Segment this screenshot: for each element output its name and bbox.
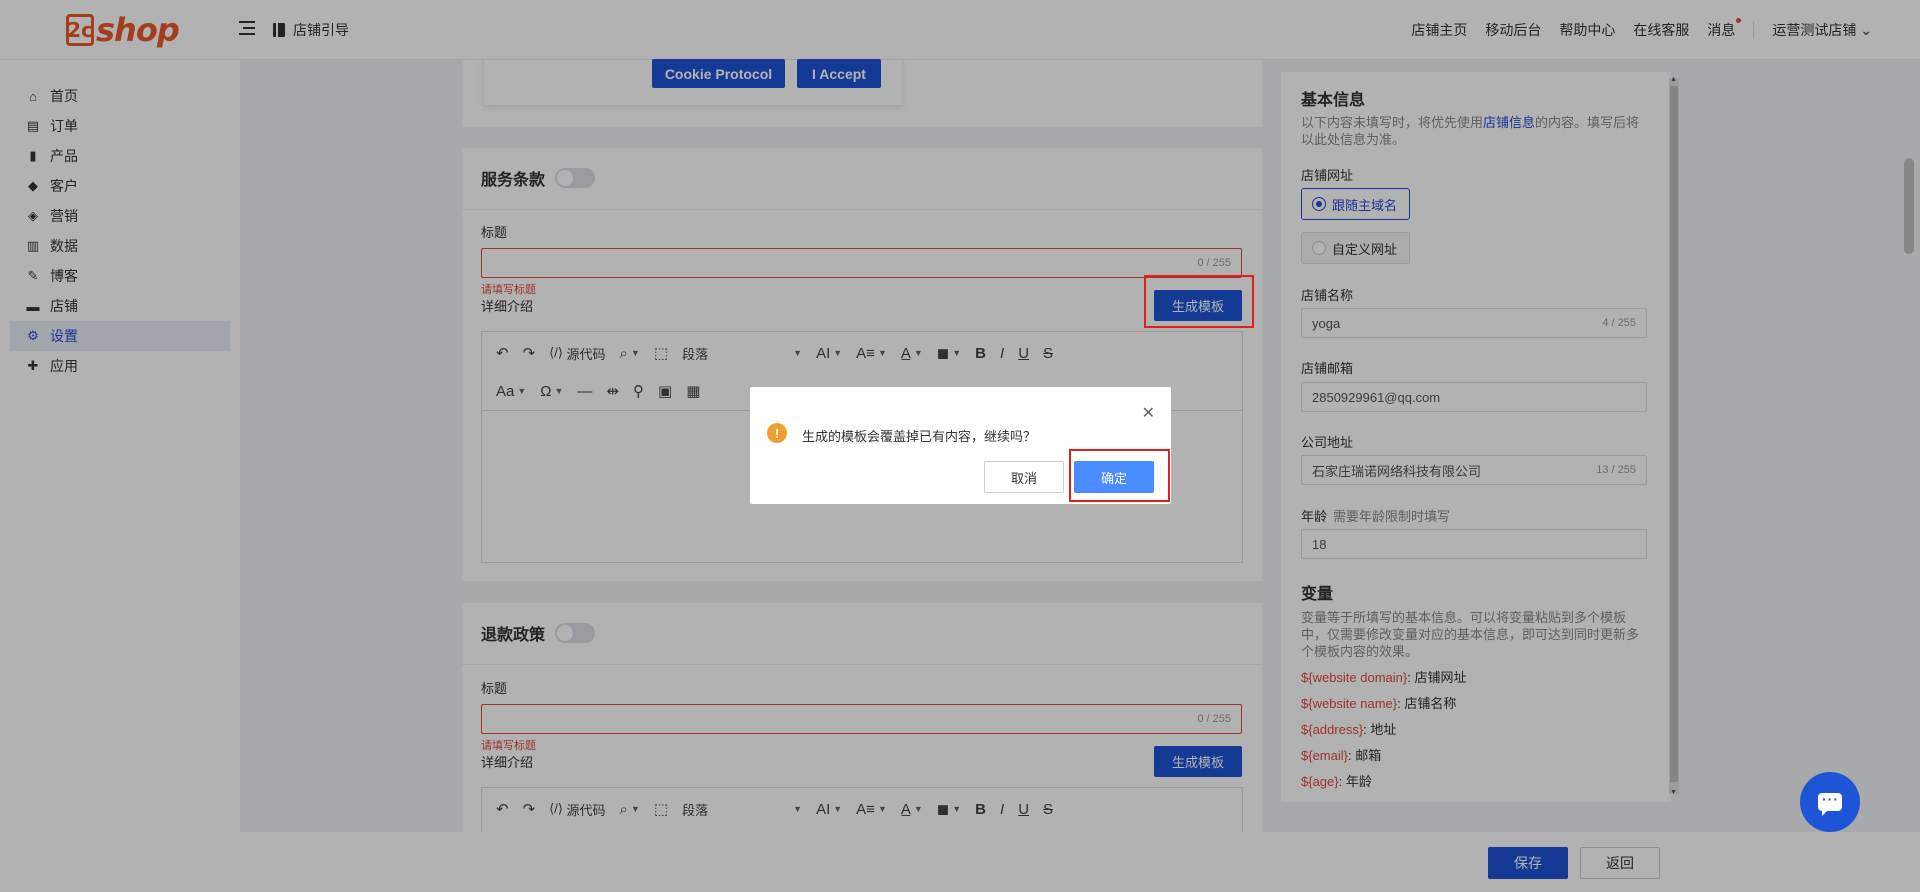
highlight-box bbox=[1069, 449, 1170, 502]
close-icon[interactable]: ✕ bbox=[1142, 403, 1155, 423]
warning-icon: ! bbox=[767, 423, 787, 443]
chat-icon bbox=[1818, 791, 1842, 816]
dialog-message: 生成的模板会覆盖掉已有内容，继续吗？ bbox=[802, 429, 1037, 444]
highlight-box bbox=[1144, 275, 1254, 328]
chat-button[interactable] bbox=[1800, 772, 1860, 832]
cancel-button[interactable]: 取消 bbox=[984, 461, 1064, 493]
